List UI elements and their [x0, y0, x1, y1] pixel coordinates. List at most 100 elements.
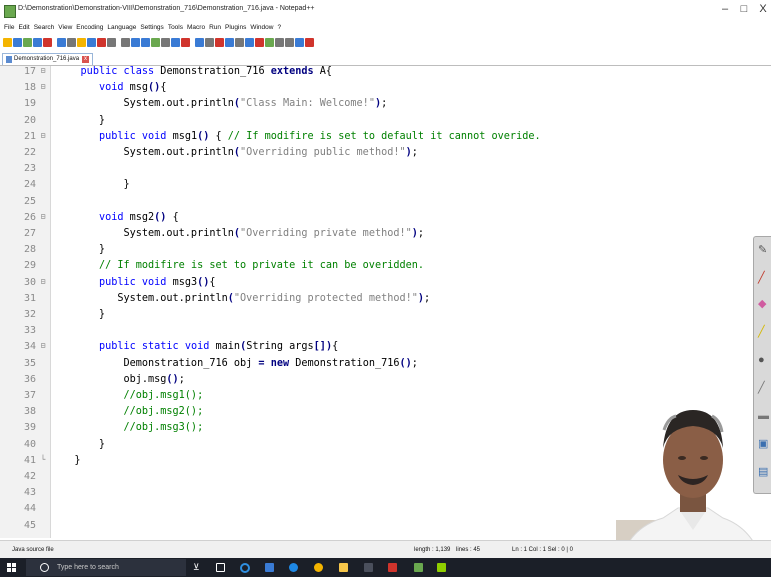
menu-item-view[interactable]: View	[58, 22, 72, 34]
toolbar-button-icon[interactable]	[67, 37, 76, 47]
toolbar-button-icon[interactable]	[97, 37, 106, 47]
toolbar-button-icon[interactable]	[107, 37, 116, 47]
line-number: 35	[23, 357, 36, 369]
fold-marker-icon[interactable]: ⊟	[40, 131, 46, 140]
cortana-circle-icon[interactable]	[240, 563, 250, 573]
toolbar-button-icon[interactable]	[275, 37, 284, 47]
code-line: //obj.msg2();	[56, 406, 203, 417]
toolbar-button-icon[interactable]	[285, 37, 294, 47]
toolbar-button-icon[interactable]	[121, 37, 130, 47]
close-button[interactable]: X	[754, 3, 771, 15]
status-language: Java source file	[12, 547, 54, 553]
code-token: //obj.msg1();	[123, 390, 204, 401]
menu-item-help[interactable]: ?	[277, 22, 281, 34]
menu-item-edit[interactable]: Edit	[18, 22, 29, 34]
fold-marker-icon[interactable]: ⊟	[40, 341, 46, 350]
edge-icon[interactable]	[289, 563, 298, 572]
toolbar-button-icon[interactable]	[151, 37, 160, 47]
toolbar-button-icon[interactable]	[131, 37, 140, 47]
toolbar-button-icon[interactable]	[23, 37, 32, 47]
notepadpp-taskbar-icon[interactable]	[437, 563, 446, 572]
toolbar-button-icon[interactable]	[265, 37, 274, 47]
toolbar-button-icon[interactable]	[43, 37, 52, 47]
powerpoint-icon[interactable]	[388, 563, 397, 572]
toolbar-button-icon[interactable]	[195, 37, 204, 47]
code-token: public	[80, 66, 118, 77]
pointer-icon[interactable]: ●	[758, 355, 769, 366]
minimize-button[interactable]: –	[716, 3, 734, 15]
menu-item-tools[interactable]: Tools	[168, 22, 183, 34]
toolbar-button-icon[interactable]	[141, 37, 150, 47]
terminal-icon[interactable]	[364, 563, 373, 572]
windows-start-icon[interactable]	[7, 563, 16, 572]
menu-item-run[interactable]: Run	[209, 22, 221, 34]
highlighter-icon[interactable]: ╱	[758, 327, 769, 338]
maximize-button[interactable]: □	[735, 3, 753, 15]
toolbar-button-icon[interactable]	[205, 37, 214, 47]
toolbar-button-icon[interactable]	[235, 37, 244, 47]
toolbar-button-icon[interactable]	[245, 37, 254, 47]
line-number: 32	[23, 309, 36, 320]
taskbar: Type here to search ⊻	[0, 558, 771, 577]
chrome-icon[interactable]	[314, 563, 323, 572]
toolbar-button-icon[interactable]	[215, 37, 224, 47]
tab-demonstration-716[interactable]: Demonstration_716.java x	[2, 53, 94, 65]
line-number: 33	[23, 325, 36, 337]
toolbar-button-icon[interactable]	[87, 37, 96, 47]
line-number: 37	[23, 390, 36, 401]
toolbar-button-icon[interactable]	[295, 37, 304, 47]
menu-item-language[interactable]: Language	[107, 22, 136, 34]
taskbar-search[interactable]: Type here to search	[26, 559, 186, 576]
code-token: void	[98, 82, 124, 94]
code-token: main	[209, 341, 241, 353]
line-number: 40	[23, 438, 36, 450]
menu-item-plugins[interactable]: Plugins	[225, 22, 246, 34]
fold-marker-icon[interactable]: └	[40, 455, 46, 464]
code-line: System.out.println("Class Main: Welcome!…	[56, 98, 387, 109]
toolbar-button-icon[interactable]	[3, 37, 12, 47]
code-token: ;	[411, 147, 418, 158]
fold-marker-icon[interactable]: ⊟	[40, 212, 46, 221]
search-placeholder: Type here to search	[57, 564, 119, 571]
store-icon[interactable]	[265, 563, 274, 572]
fold-marker-icon[interactable]: ⊟	[40, 82, 46, 91]
red-pen-icon[interactable]: ╱	[758, 273, 769, 284]
code-token: A{	[313, 66, 333, 77]
toolbar-button-icon[interactable]	[161, 37, 170, 47]
toolbar-button-icon[interactable]	[305, 37, 314, 47]
toolbar-button-icon[interactable]	[57, 37, 66, 47]
toolbar-button-icon[interactable]	[171, 37, 180, 47]
code-token: System.out.println	[56, 228, 234, 239]
toolbar-button-icon[interactable]	[225, 37, 234, 47]
task-view-icon[interactable]	[216, 563, 225, 572]
menu-item-window[interactable]: Window	[250, 22, 273, 34]
toolbar-button-icon[interactable]	[77, 37, 86, 47]
toolbar-button-icon[interactable]	[33, 37, 42, 47]
menu-item-encoding[interactable]: Encoding	[76, 22, 103, 34]
paint-icon[interactable]	[414, 563, 423, 572]
line-number: 19	[23, 98, 36, 110]
code-token: {	[160, 82, 167, 94]
code-line: //obj.msg1();	[56, 390, 203, 401]
menu-item-file[interactable]: File	[4, 22, 14, 34]
eraser-icon[interactable]: ◆	[758, 299, 769, 310]
menu-item-settings[interactable]: Settings	[140, 22, 164, 34]
code-token: "Overriding public method!"	[240, 147, 406, 158]
menu-item-search[interactable]: Search	[34, 22, 55, 34]
toolbar-button-icon[interactable]	[181, 37, 190, 47]
line-number: 20	[23, 114, 36, 126]
microphone-icon[interactable]: ⊻	[193, 563, 202, 572]
fold-marker-icon[interactable]: ⊟	[40, 66, 46, 75]
pen-icon[interactable]: ✎	[758, 245, 769, 256]
tab-close-icon[interactable]: x	[82, 56, 90, 63]
toolbar-button-icon[interactable]	[13, 37, 22, 47]
file-explorer-icon[interactable]	[339, 563, 348, 572]
code-token: {	[209, 276, 216, 288]
toolbar-button-icon[interactable]	[255, 37, 264, 47]
code-token: System.out.println	[56, 98, 234, 110]
fold-marker-icon[interactable]: ⊟	[40, 277, 46, 286]
code-line: // If modifire is set to private it can …	[56, 260, 424, 271]
menu-item-macro[interactable]: Macro	[187, 22, 205, 34]
